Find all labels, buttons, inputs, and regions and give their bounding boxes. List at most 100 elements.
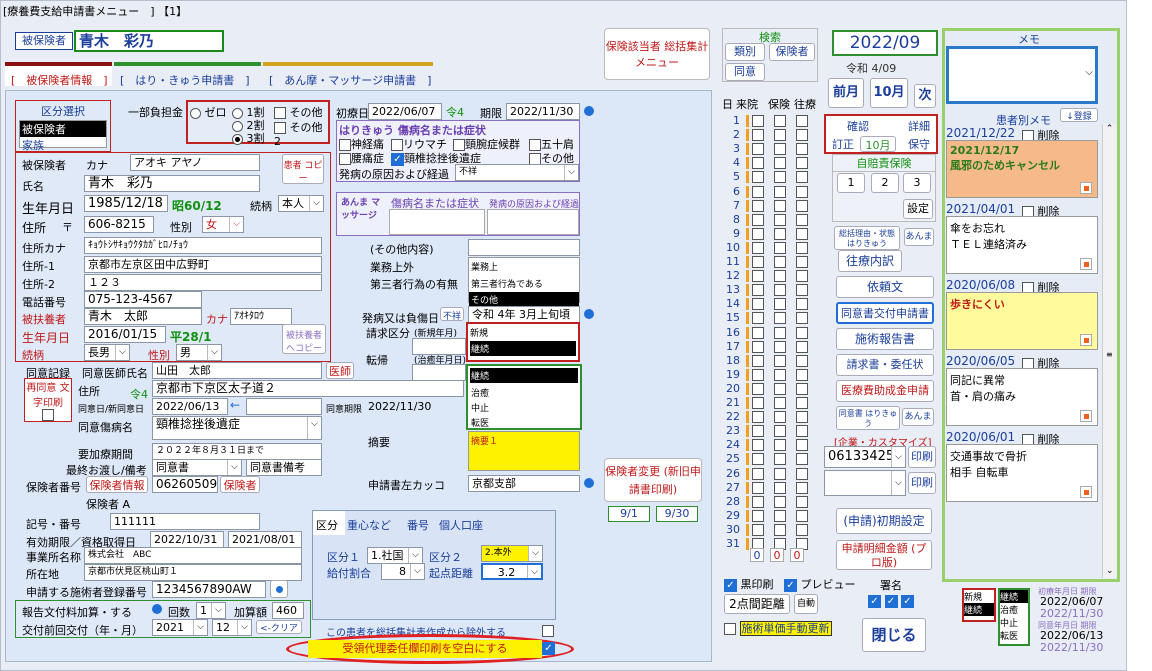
cal-visit-checkbox[interactable] <box>752 171 764 184</box>
auto-button[interactable]: 自動 <box>794 594 818 614</box>
cal-visit-checkbox[interactable] <box>752 354 764 367</box>
cal-ins-checkbox[interactable] <box>774 115 786 127</box>
cal-home-checkbox[interactable] <box>796 129 808 142</box>
cal-home-checkbox[interactable] <box>796 284 808 297</box>
cal-visit-checkbox[interactable] <box>752 143 764 156</box>
consent-acup-button[interactable]: 同意書 はりきゅう <box>836 406 900 430</box>
cal-visit-checkbox[interactable] <box>752 523 764 536</box>
cal-ins-checkbox[interactable] <box>774 439 786 452</box>
cal-ins-checkbox[interactable] <box>774 382 786 395</box>
october-button[interactable]: 10月 <box>870 78 908 108</box>
amount-field[interactable]: 460 <box>272 602 304 619</box>
cal-ins-checkbox[interactable] <box>774 523 786 536</box>
period-field[interactable]: 2022/11/30 <box>506 103 580 120</box>
cal-ins-checkbox[interactable] <box>774 368 786 381</box>
blank-print-button[interactable]: 受領代理委任欄印刷を空白にする <box>308 640 542 658</box>
cal-home-checkbox[interactable] <box>796 382 808 395</box>
cal-visit-checkbox[interactable] <box>752 115 764 127</box>
clear-button[interactable]: <-クリア <box>256 620 302 634</box>
memo-edit-icon[interactable] <box>1080 410 1092 422</box>
patient-copy-button[interactable]: 患者 コピー <box>282 154 324 184</box>
outcome-opt-cured[interactable]: 治癒 <box>468 385 580 400</box>
dependent-name-field[interactable]: 青木 太郎 <box>84 308 202 325</box>
insurer-no-field[interactable]: 06260509 <box>152 476 218 493</box>
cal-visit-checkbox[interactable] <box>752 256 764 268</box>
symbol-field[interactable]: 111111 <box>110 513 260 530</box>
cal-home-checkbox[interactable] <box>796 523 808 536</box>
address1-field[interactable]: 京都市左京区田中広野町 <box>84 256 322 273</box>
cal-ins-checkbox[interactable] <box>774 312 786 325</box>
new-consent-field[interactable] <box>246 398 322 415</box>
outcome-opt-transfer[interactable]: 転医 <box>468 415 580 430</box>
cal-home-checkbox[interactable] <box>796 397 808 409</box>
cal-visit-checkbox[interactable] <box>752 326 764 339</box>
cal-ins-checkbox[interactable] <box>774 171 786 184</box>
tab-acupuncture[interactable]: [ はり・きゅう申請書 ] <box>114 62 261 87</box>
cal-visit-checkbox[interactable] <box>752 368 764 381</box>
category-option-insured[interactable]: 被保険者 <box>20 121 106 137</box>
tab-massage[interactable]: [ あん摩・マッサージ申請書 ] <box>263 62 433 87</box>
work-opt-1[interactable]: 業務上 <box>469 258 579 275</box>
cal-home-checkbox[interactable] <box>796 312 808 325</box>
doctor-field[interactable]: 山田 太郎 <box>152 362 322 379</box>
jibai-1-button[interactable]: 1 <box>837 173 865 193</box>
memo-edit-icon[interactable] <box>1080 334 1092 346</box>
manual-price-option[interactable]: 施術単価手動更新 <box>724 620 832 636</box>
tab-number[interactable]: 番号 <box>407 517 429 533</box>
cb-whiplash[interactable]: ✓ <box>391 152 404 166</box>
code-select-2[interactable]: ⌵ <box>824 470 906 496</box>
memo-input[interactable]: ⌵ <box>946 46 1098 104</box>
code-select[interactable]: 06133425 ⌵ <box>824 446 906 468</box>
cal-ins-checkbox[interactable] <box>774 143 786 156</box>
cal-home-checkbox[interactable] <box>796 509 808 522</box>
cal-visit-checkbox[interactable] <box>752 481 764 494</box>
cal-visit-checkbox[interactable] <box>752 312 764 325</box>
k2-select[interactable]: 2.本外 ⌵ <box>481 545 543 562</box>
summary-field[interactable]: 摘要１ <box>468 431 580 471</box>
cal-home-checkbox[interactable] <box>796 171 808 184</box>
cal-visit-checkbox[interactable] <box>752 425 764 438</box>
office-field[interactable]: 株式会社 ABC <box>84 547 302 564</box>
cal-ins-checkbox[interactable] <box>774 256 786 268</box>
acquisition-field[interactable]: 2021/08/01 <box>228 531 302 548</box>
dependent-copy-button[interactable]: 被扶養者 へコピー <box>282 324 326 354</box>
cal-visit-checkbox[interactable] <box>752 185 764 198</box>
cal-ins-checkbox[interactable] <box>774 241 786 254</box>
dependent-birth-field[interactable]: 2016/01/15 <box>84 326 166 343</box>
cal-visit-checkbox[interactable] <box>752 199 764 212</box>
month-select[interactable]: 12 ⌵ <box>212 619 252 636</box>
preview-option[interactable]: ✓ プレビュー <box>784 576 856 592</box>
arrow-left-icon[interactable]: ← <box>230 398 240 412</box>
relation-select[interactable]: 本人 ⌵ <box>278 195 324 212</box>
exclude-checkbox[interactable] <box>542 625 554 637</box>
sex-select[interactable]: 女 ⌵ <box>202 216 244 233</box>
cb-lumbago[interactable] <box>339 153 351 165</box>
cal-visit-checkbox[interactable] <box>752 284 764 297</box>
cal-ins-checkbox[interactable] <box>774 354 786 367</box>
detail-button[interactable]: 詳細 <box>902 118 936 134</box>
jibai-2-button[interactable]: 2 <box>871 173 899 193</box>
consent-disease-field[interactable]: 頸椎捻挫後遺症 ⌵ <box>152 416 322 440</box>
first-visit-field[interactable]: 2022/06/07 <box>368 103 442 120</box>
final-remark-field[interactable]: 同意書備考 <box>246 459 322 476</box>
birth-field[interactable]: 1985/12/18 <box>84 195 168 212</box>
tab-insured-info[interactable]: [ 被保険者情報 ] <box>5 62 112 87</box>
period-calendar-icon[interactable] <box>584 106 594 116</box>
close-button[interactable]: 閉じる <box>862 618 926 652</box>
cal-ins-checkbox[interactable] <box>774 453 786 466</box>
black-print-option[interactable]: ✓ 黒印刷 <box>724 576 774 592</box>
cal-visit-checkbox[interactable] <box>752 298 764 311</box>
work-opt-2[interactable]: 第三者行為である <box>469 275 579 292</box>
consent-address-field[interactable]: 京都市下京区太子道２ <box>152 380 464 397</box>
cal-visit-checkbox[interactable] <box>752 241 764 254</box>
cal-ins-checkbox[interactable] <box>774 284 786 297</box>
other2-checkbox[interactable] <box>274 122 286 134</box>
cal-home-checkbox[interactable] <box>796 157 808 170</box>
detail-amount-button[interactable]: 申請明細金額 (プロ版) <box>836 540 932 570</box>
cal-ins-checkbox[interactable] <box>774 326 786 339</box>
cal-home-checkbox[interactable] <box>796 256 808 268</box>
onset-calendar-icon[interactable] <box>584 309 594 319</box>
request-opt-continue[interactable]: 継続 <box>470 341 576 356</box>
prev-month-button[interactable]: 前月 <box>828 78 864 108</box>
cal-home-checkbox[interactable] <box>796 467 808 480</box>
